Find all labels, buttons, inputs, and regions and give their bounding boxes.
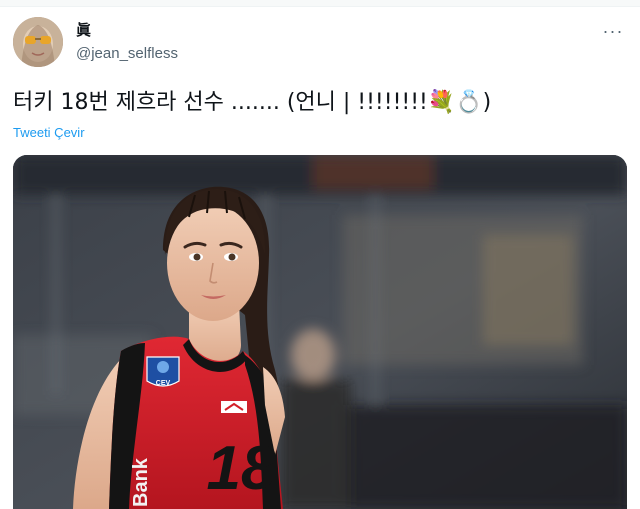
translate-tweet-link[interactable]: Tweeti Çevir [13,125,85,140]
user-handle[interactable]: @jean_selfless [76,44,178,64]
avatar[interactable] [13,17,63,67]
tweet-text: 터키 18번 제흐라 선수 ....... (언니 | !!!!!!!!💐💍) [13,90,492,115]
badge-text: CEV [156,380,171,387]
tweet-photo[interactable]: CEV 18 Bank [13,155,627,509]
display-name[interactable]: 眞 [76,22,178,40]
sponsor-text: Bank [130,457,152,507]
more-horizontal-icon: ··· [602,20,624,41]
more-options-button[interactable]: ··· [600,20,626,42]
tweet-author: 眞 @jean_selfless [76,22,178,64]
tweet-card[interactable]: 眞 @jean_selfless ··· 터키 18번 제흐라 선수 .....… [0,0,640,509]
volleyball-player-photo: CEV 18 Bank [13,155,627,509]
jersey-number: 18 [207,434,276,503]
cev-badge: CEV [146,356,180,387]
